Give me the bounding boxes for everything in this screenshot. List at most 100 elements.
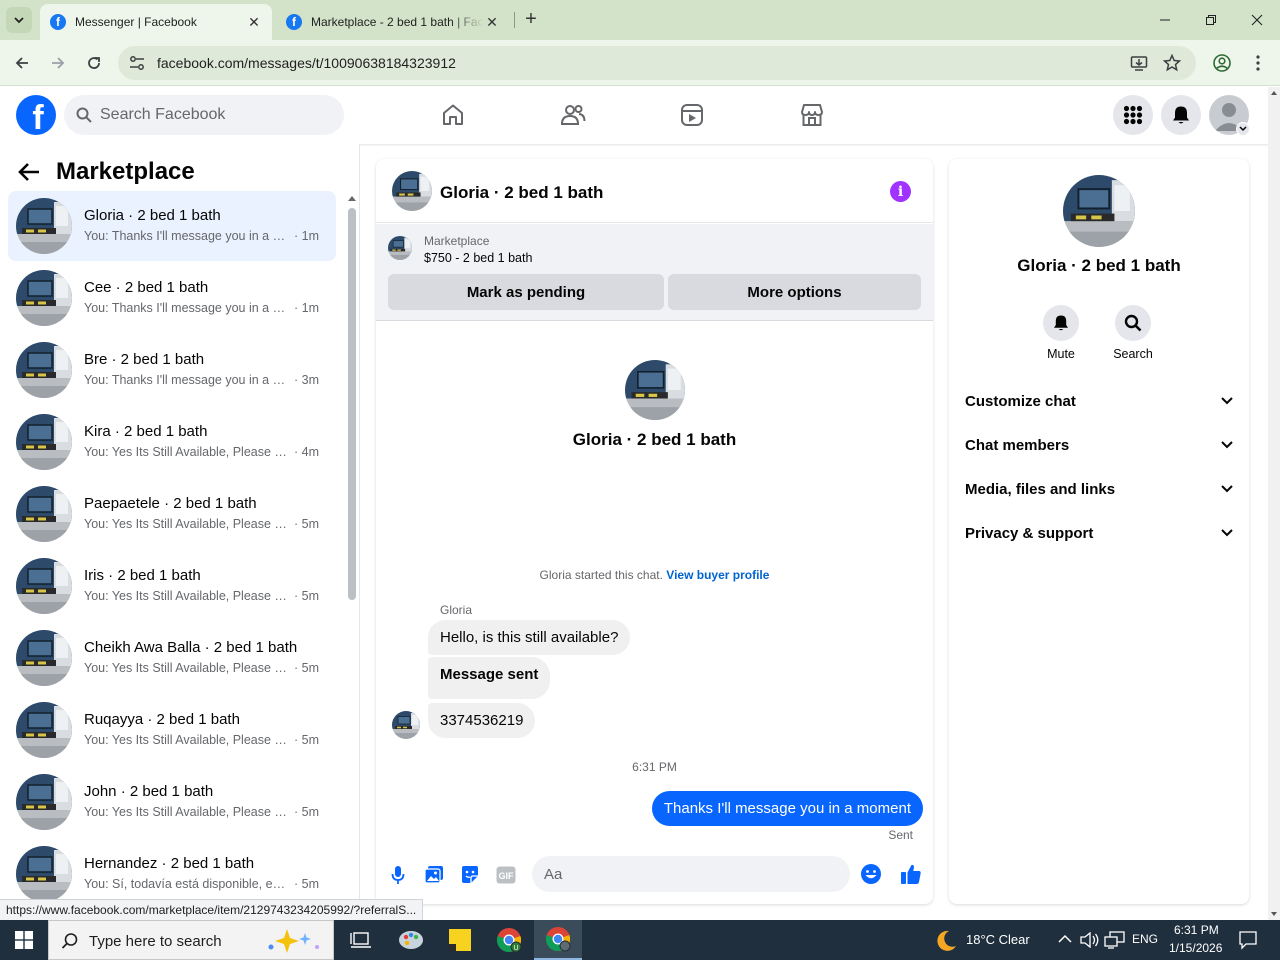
incoming-message[interactable]: Message sent: [428, 657, 551, 699]
view-buyer-profile-link[interactable]: View buyer profile: [666, 568, 769, 582]
section-label: Chat members: [965, 436, 1070, 454]
section-chat-members[interactable]: Chat members: [965, 425, 1233, 465]
forward-button[interactable]: [45, 50, 71, 76]
nav-friends[interactable]: [557, 99, 589, 131]
chevron-up-icon[interactable]: [1058, 934, 1072, 944]
attach-photo-button[interactable]: [423, 864, 445, 886]
conversation-item[interactable]: Cee · 2 bed 1 bath You: Thanks I'll messa…: [8, 263, 336, 333]
task-view-button[interactable]: [337, 920, 385, 960]
info-avatar[interactable]: [1063, 175, 1135, 247]
install-app-icon[interactable]: [1130, 54, 1148, 72]
tab-marketplace[interactable]: f Marketplace - 2 bed 1 bath | Facebook …: [276, 4, 510, 40]
nav-video[interactable]: [676, 99, 708, 131]
nav-marketplace[interactable]: [796, 99, 828, 131]
conversation-item[interactable]: Paepaetele · 2 bed 1 bath You: Yes Its St…: [8, 479, 336, 549]
search-in-chat-button[interactable]: Search: [1103, 305, 1163, 361]
close-tab-icon[interactable]: ✕: [484, 14, 500, 30]
scroll-up-icon[interactable]: [1271, 91, 1277, 95]
network-icon[interactable]: [1104, 931, 1126, 949]
incoming-message[interactable]: 3374536219: [428, 703, 536, 738]
section-privacy-support[interactable]: Privacy & support: [965, 513, 1233, 553]
language-indicator[interactable]: ENG: [1132, 932, 1158, 946]
conversation-item[interactable]: Gloria · 2 bed 1 bath You: Thanks I'll me…: [8, 191, 336, 261]
back-arrow-icon[interactable]: [18, 162, 40, 182]
conversation-avatar[interactable]: [392, 171, 432, 211]
incoming-message[interactable]: Hello, is this still available?: [428, 620, 631, 655]
listing-price[interactable]: $750 - 2 bed 1 bath: [424, 251, 532, 265]
conversation-avatar: [16, 342, 72, 398]
svg-text:U: U: [513, 945, 518, 952]
facebook-logo[interactable]: f: [16, 95, 56, 135]
voice-clip-button[interactable]: [387, 864, 409, 886]
conversation-avatar: [16, 774, 72, 830]
conversation-name: Hernandez · 2 bed 1 bath: [84, 855, 255, 872]
emoji-icon[interactable]: [860, 863, 882, 885]
taskbar-app-chrome-1[interactable]: U: [485, 920, 533, 960]
section-media-files-links[interactable]: Media, files and links: [965, 469, 1233, 509]
listing-thumbnail[interactable]: [388, 236, 412, 260]
mute-button[interactable]: Mute: [1031, 305, 1091, 361]
conversation-name: Paepaetele · 2 bed 1 bath: [84, 495, 257, 512]
scrollbar-thumb[interactable]: [348, 208, 356, 600]
minimize-button[interactable]: [1142, 0, 1188, 40]
conversation-item[interactable]: Bre · 2 bed 1 bath You: Thanks I'll messa…: [8, 335, 336, 405]
facebook-search[interactable]: Search Facebook: [64, 95, 344, 135]
chat-list-scrollbar[interactable]: [346, 194, 356, 920]
nav-home[interactable]: [437, 99, 469, 131]
section-customize-chat[interactable]: Customize chat: [965, 381, 1233, 421]
new-tab-button[interactable]: +: [520, 8, 542, 30]
send-like-button[interactable]: [899, 862, 923, 886]
marketplace-icon: [801, 104, 823, 126]
reload-button[interactable]: [81, 50, 107, 76]
link-status-bar: https://www.facebook.com/marketplace/ite…: [0, 899, 424, 920]
close-window-button[interactable]: [1234, 0, 1280, 40]
conversation-item[interactable]: Iris · 2 bed 1 bath You: Yes Its Still Av…: [8, 551, 336, 621]
weather-text[interactable]: 18°C Clear: [966, 932, 1030, 947]
taskbar-app-chrome-2[interactable]: [534, 920, 582, 960]
more-options-button[interactable]: More options: [668, 274, 921, 310]
conversation-title[interactable]: Gloria · 2 bed 1 bath: [440, 183, 603, 203]
mark-as-pending-button[interactable]: Mark as pending: [388, 274, 664, 310]
sender-avatar[interactable]: [392, 711, 420, 739]
conversation-item[interactable]: Cheikh Awa Balla · 2 bed 1 bath You: Yes …: [8, 623, 336, 693]
started-text: Gloria started this chat.: [539, 568, 663, 582]
outgoing-message[interactable]: Thanks I'll message you in a moment: [651, 791, 923, 826]
account-chevron[interactable]: [1236, 122, 1250, 136]
browser-menu-button[interactable]: [1245, 50, 1271, 76]
profile-button[interactable]: [1209, 50, 1235, 76]
tab-messenger[interactable]: f Messenger | Facebook ✕: [40, 4, 272, 40]
taskbar-app-sticky-notes[interactable]: [436, 920, 484, 960]
address-bar[interactable]: facebook.com/messages/t/1009063818432391…: [118, 46, 1196, 80]
speaker-icon[interactable]: [1080, 932, 1100, 948]
moon-weather-icon: [937, 930, 956, 951]
info-icon[interactable]: i: [890, 181, 911, 202]
notifications-button[interactable]: [1161, 95, 1201, 135]
start-button[interactable]: [0, 920, 48, 960]
listing-photo-icon: [392, 171, 432, 211]
bookmark-star-icon[interactable]: [1163, 54, 1181, 72]
scroll-up-icon[interactable]: [348, 196, 356, 201]
conversation-snippet: You: Yes Its Still Available, Please Sen…: [84, 517, 289, 531]
back-button[interactable]: [9, 50, 35, 76]
conversation-item[interactable]: Ruqayya · 2 bed 1 bath You: Yes Its Still…: [8, 695, 336, 765]
restore-button[interactable]: [1188, 0, 1234, 40]
chat-list-title: Marketplace: [56, 158, 195, 185]
gif-button[interactable]: GIF: [495, 864, 517, 886]
conversation-item[interactable]: John · 2 bed 1 bath You: Yes Its Still Av…: [8, 767, 336, 837]
taskbar-search[interactable]: Type here to search: [48, 920, 334, 960]
tab-search-button[interactable]: [6, 7, 32, 33]
conversation-name: Gloria · 2 bed 1 bath: [84, 207, 221, 224]
page-scrollbar[interactable]: [1268, 87, 1280, 920]
notification-center-icon[interactable]: [1238, 930, 1258, 950]
conversation-item[interactable]: Kira · 2 bed 1 bath You: Yes Its Still Av…: [8, 407, 336, 477]
taskbar-app-paint[interactable]: [387, 920, 435, 960]
menu-button[interactable]: [1113, 95, 1153, 135]
clock-time[interactable]: 6:31 PM: [1174, 923, 1219, 937]
sticker-button[interactable]: [459, 864, 481, 886]
close-tab-icon[interactable]: ✕: [246, 14, 262, 30]
message-input[interactable]: [544, 856, 814, 892]
clock-date[interactable]: 1/15/2026: [1169, 941, 1222, 955]
scroll-down-icon[interactable]: [1271, 912, 1277, 916]
intro-avatar[interactable]: [625, 360, 685, 420]
site-settings-icon[interactable]: [128, 54, 146, 72]
